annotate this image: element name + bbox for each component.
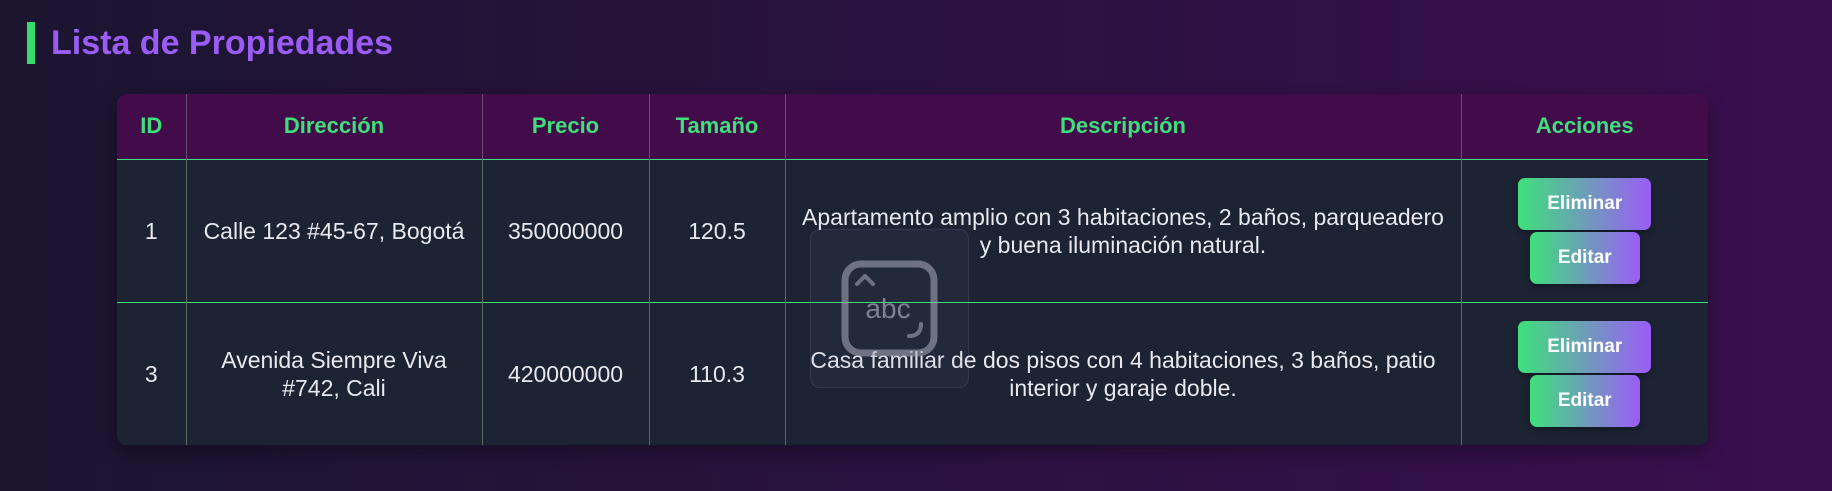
column-header-actions: Acciones xyxy=(1535,113,1634,139)
cell-address: Avenida Siempre Viva #742, Cali xyxy=(186,302,483,445)
row-actions: Eliminar Editar xyxy=(1472,320,1699,427)
table-header: ID Dirección Precio Tamaño Descripción A… xyxy=(117,94,1708,159)
text-input-overlay[interactable]: abc xyxy=(810,229,969,388)
column-header-size[interactable]: Tamaño xyxy=(649,94,786,159)
cell-size: 110.3 xyxy=(649,302,786,445)
column-header-address[interactable]: Dirección xyxy=(186,94,483,159)
header-accent-bar xyxy=(27,22,35,64)
cell-size: 120.5 xyxy=(649,159,786,302)
cell-price: 420000000 xyxy=(482,302,650,445)
delete-button[interactable]: Eliminar xyxy=(1518,320,1652,373)
overlay-label: abc xyxy=(865,293,910,324)
column-header-description[interactable]: Descripción xyxy=(785,94,1462,159)
cell-actions: Eliminar Editar xyxy=(1461,159,1708,302)
table-header-row: ID Dirección Precio Tamaño Descripción A… xyxy=(117,94,1708,159)
cell-address: Calle 123 #45-67, Bogotá xyxy=(186,159,483,302)
cell-price: 350000000 xyxy=(482,159,650,302)
delete-button[interactable]: Eliminar xyxy=(1518,177,1652,230)
edit-button[interactable]: Editar xyxy=(1529,231,1640,284)
cell-id: 3 xyxy=(117,302,187,445)
edit-button[interactable]: Editar xyxy=(1529,374,1640,427)
page-header: Lista de Propiedades xyxy=(27,22,393,64)
cell-id: 1 xyxy=(117,159,187,302)
cell-actions: Eliminar Editar xyxy=(1461,302,1708,445)
column-header-id[interactable]: ID xyxy=(117,94,187,159)
column-header-price[interactable]: Precio xyxy=(482,94,650,159)
row-actions: Eliminar Editar xyxy=(1472,177,1699,284)
text-input-keyboard-icon: abc xyxy=(841,260,938,357)
page-title: Lista de Propiedades xyxy=(51,24,393,62)
